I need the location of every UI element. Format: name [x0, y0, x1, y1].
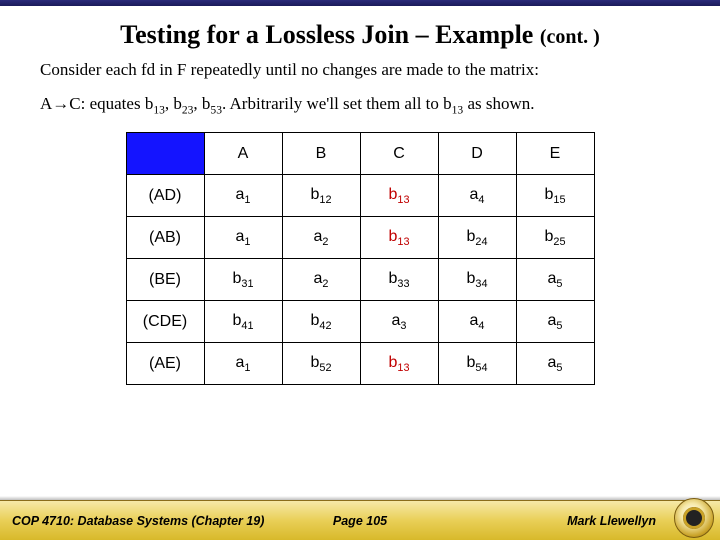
row-label: (AB) — [126, 217, 204, 259]
corner-cell — [126, 133, 204, 175]
cell: b54 — [438, 343, 516, 385]
row-label: (AD) — [126, 175, 204, 217]
arrow-icon: → — [52, 94, 69, 113]
table-row: (CDE)b41b42a3a4a5 — [126, 301, 594, 343]
fd-text-3: as shown. — [463, 94, 534, 113]
cell: a3 — [360, 301, 438, 343]
col-E: E — [516, 133, 594, 175]
title-main: Testing for a Lossless Join – Example — [120, 20, 533, 49]
cell: a1 — [204, 343, 282, 385]
slide-title: Testing for a Lossless Join – Example (c… — [30, 20, 690, 50]
sub1: 13 — [153, 103, 165, 116]
table-row: (AE)a1b52b13b54a5 — [126, 343, 594, 385]
footer-center: Page 105 — [333, 514, 387, 528]
footer-left: COP 4710: Database Systems (Chapter 19) — [12, 514, 264, 528]
cell: b13 — [360, 217, 438, 259]
cell: b31 — [204, 259, 282, 301]
cell: a2 — [282, 217, 360, 259]
top-accent-bar — [0, 0, 720, 6]
cell: b52 — [282, 343, 360, 385]
fd-text-2: . Arbitrarily we'll set them all to b — [222, 94, 452, 113]
col-B: B — [282, 133, 360, 175]
fd-lhs: A — [40, 94, 52, 113]
ucf-logo-icon — [674, 498, 714, 538]
cell: b13 — [360, 343, 438, 385]
cell: b42 — [282, 301, 360, 343]
cell: b34 — [438, 259, 516, 301]
col-D: D — [438, 133, 516, 175]
col-A: A — [204, 133, 282, 175]
fd-text-1: C: equates b — [69, 94, 153, 113]
cell: a5 — [516, 343, 594, 385]
row-label: (CDE) — [126, 301, 204, 343]
cell: a2 — [282, 259, 360, 301]
sub4: 13 — [452, 103, 464, 116]
footer-bar: COP 4710: Database Systems (Chapter 19) … — [0, 500, 720, 540]
cell: b12 — [282, 175, 360, 217]
cell: b33 — [360, 259, 438, 301]
sub2: 23 — [182, 103, 194, 116]
col-C: C — [360, 133, 438, 175]
matrix-table: A B C D E (AD)a1b12b13a4b15(AB)a1a2b13b2… — [126, 132, 595, 385]
header-row: A B C D E — [126, 133, 594, 175]
cell: b13 — [360, 175, 438, 217]
table-body: (AD)a1b12b13a4b15(AB)a1a2b13b24b25(BE)b3… — [126, 175, 594, 385]
footer: COP 4710: Database Systems (Chapter 19) … — [0, 496, 720, 540]
comma1: , b — [165, 94, 182, 113]
cell: a1 — [204, 217, 282, 259]
paragraph-1: Consider each fd in F repeatedly until n… — [40, 60, 680, 80]
title-cont: (cont. ) — [540, 26, 600, 48]
cell: a5 — [516, 259, 594, 301]
cell: b41 — [204, 301, 282, 343]
table-row: (BE)b31a2b33b34a5 — [126, 259, 594, 301]
row-label: (BE) — [126, 259, 204, 301]
row-label: (AE) — [126, 343, 204, 385]
paragraph-2: A→C: equates b13, b23, b53. Arbitrarily … — [40, 94, 680, 116]
footer-right: Mark Llewellyn — [567, 514, 656, 528]
sub3: 53 — [210, 103, 222, 116]
table-row: (AD)a1b12b13a4b15 — [126, 175, 594, 217]
cell: b15 — [516, 175, 594, 217]
cell: a5 — [516, 301, 594, 343]
comma2: , b — [193, 94, 210, 113]
cell: b24 — [438, 217, 516, 259]
cell: a4 — [438, 175, 516, 217]
table-row: (AB)a1a2b13b24b25 — [126, 217, 594, 259]
cell: b25 — [516, 217, 594, 259]
cell: a4 — [438, 301, 516, 343]
cell: a1 — [204, 175, 282, 217]
